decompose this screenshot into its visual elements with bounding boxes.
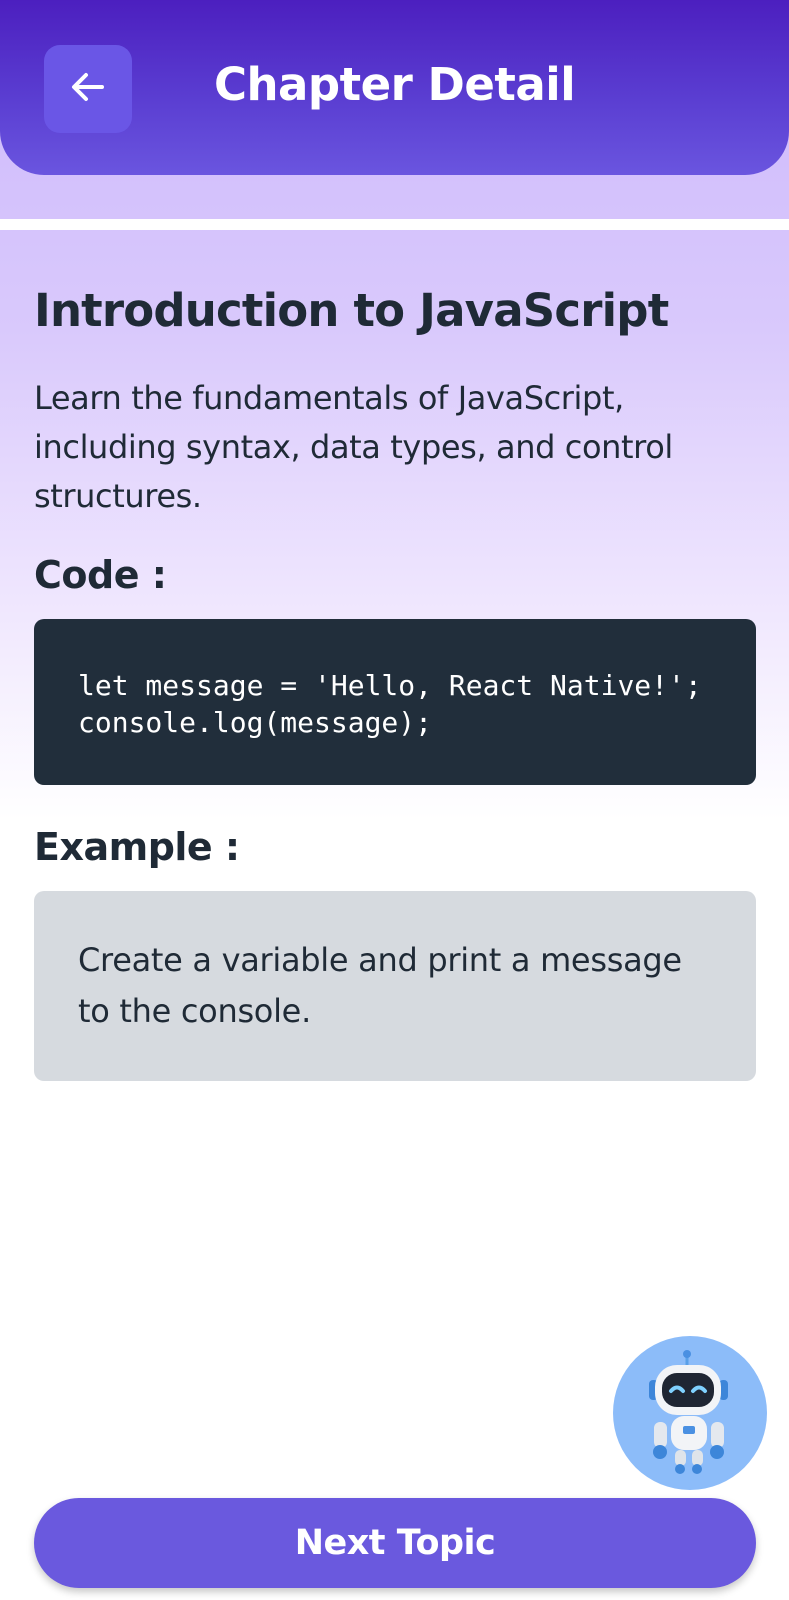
app-header: Chapter Detail [0,0,789,175]
robot-icon [635,1346,745,1480]
assistant-button[interactable] [613,1336,767,1490]
code-label: Code : [34,553,167,597]
page-title: Chapter Detail [214,58,576,111]
code-block: let message = 'Hello, React Native!'; co… [34,619,756,785]
example-label: Example : [34,825,240,869]
arrow-left-icon [66,65,110,113]
next-topic-button[interactable]: Next Topic [34,1498,756,1588]
example-text: Create a variable and print a message to… [78,941,682,1030]
back-button[interactable] [44,45,132,133]
example-block: Create a variable and print a message to… [34,891,756,1081]
code-text: let message = 'Hello, React Native!'; co… [78,669,719,739]
next-topic-label: Next Topic [294,1523,496,1563]
divider [0,219,789,230]
chapter-description: Learn the fundamentals of JavaScript, in… [34,379,673,515]
chapter-title: Introduction to JavaScript [34,284,669,337]
